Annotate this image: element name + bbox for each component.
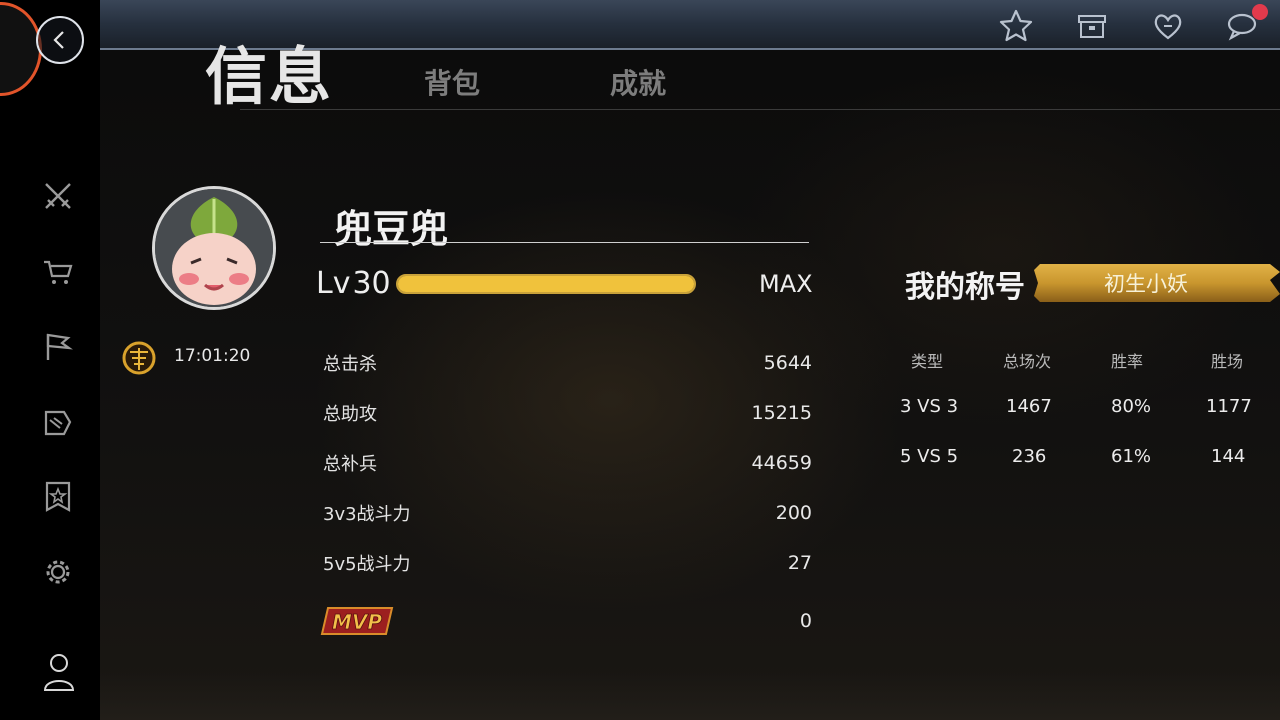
crossed-swords-icon[interactable] (42, 180, 74, 212)
star-badge-icon[interactable] (42, 480, 74, 512)
table-cell-type: 3 VS 3 (900, 396, 959, 417)
title-name: 初生小妖 (1104, 272, 1188, 296)
background-floor (100, 672, 1280, 720)
tab-achievements[interactable]: 成就 (610, 62, 666, 102)
level-value: 30 (352, 266, 391, 301)
back-button[interactable] (36, 16, 84, 64)
stat-value-mvp: 0 (799, 610, 812, 632)
mvp-badge-icon: MVP (320, 604, 394, 636)
level-max-label: MAX (759, 270, 813, 298)
table-header-type: 类型 (911, 352, 944, 371)
hearts-icon[interactable] (1150, 8, 1186, 44)
first-win-badge-icon (120, 340, 158, 376)
star-icon[interactable] (998, 8, 1034, 44)
archive-icon[interactable] (1074, 8, 1110, 44)
cart-icon[interactable] (42, 256, 74, 288)
chevron-left-icon (53, 31, 64, 49)
table-cell-total: 1467 (1006, 396, 1052, 417)
flag-icon[interactable] (42, 330, 74, 362)
stat-value-5v5-power: 27 (787, 552, 812, 574)
tab-divider (240, 109, 1280, 110)
table-header-winrate: 胜率 (1111, 352, 1144, 371)
xp-bar-fill (398, 276, 694, 292)
table-cell-winrate: 61% (1111, 446, 1152, 467)
table-header-total: 总场次 (1003, 352, 1052, 371)
xp-bar (396, 274, 696, 294)
scroll-icon[interactable] (42, 406, 74, 438)
stat-value-farm: 44659 (751, 452, 812, 474)
table-cell-wins: 1177 (1206, 396, 1252, 417)
notification-dot (1252, 4, 1268, 20)
stat-value-3v3-power: 200 (775, 502, 812, 524)
top-bar (0, 0, 1280, 50)
player-name: 兜豆兜 (334, 207, 449, 251)
avatar-image (155, 189, 273, 307)
stat-label-kills: 总击杀 (323, 354, 377, 375)
first-win-timer: 17:01:20 (174, 346, 251, 366)
level-prefix: Lv (316, 266, 351, 301)
table-cell-total: 236 (1012, 446, 1047, 467)
stat-value-kills: 5644 (763, 352, 812, 374)
avatar[interactable] (152, 186, 276, 310)
stat-label-farm: 总补兵 (323, 454, 377, 475)
tab-backpack[interactable]: 背包 (424, 62, 480, 102)
stat-label-3v3-power: 3v3战斗力 (323, 504, 411, 525)
sidebar (0, 0, 100, 720)
table-cell-type: 5 VS 5 (900, 446, 959, 467)
stat-label-assists: 总助攻 (323, 404, 377, 425)
stat-label-5v5-power: 5v5战斗力 (323, 554, 411, 575)
mvp-text: MVP (332, 610, 382, 634)
user-icon[interactable] (42, 652, 76, 692)
table-cell-wins: 144 (1211, 446, 1246, 467)
table-cell-winrate: 80% (1111, 396, 1152, 417)
stat-value-assists: 15215 (751, 402, 812, 424)
my-title-label: 我的称号 (905, 270, 1025, 305)
gear-icon[interactable] (42, 556, 74, 588)
table-header-wins: 胜场 (1211, 352, 1244, 371)
name-underline (320, 242, 809, 243)
level-label: Lv30 (316, 266, 391, 301)
tab-info[interactable]: 信息 (205, 26, 333, 116)
